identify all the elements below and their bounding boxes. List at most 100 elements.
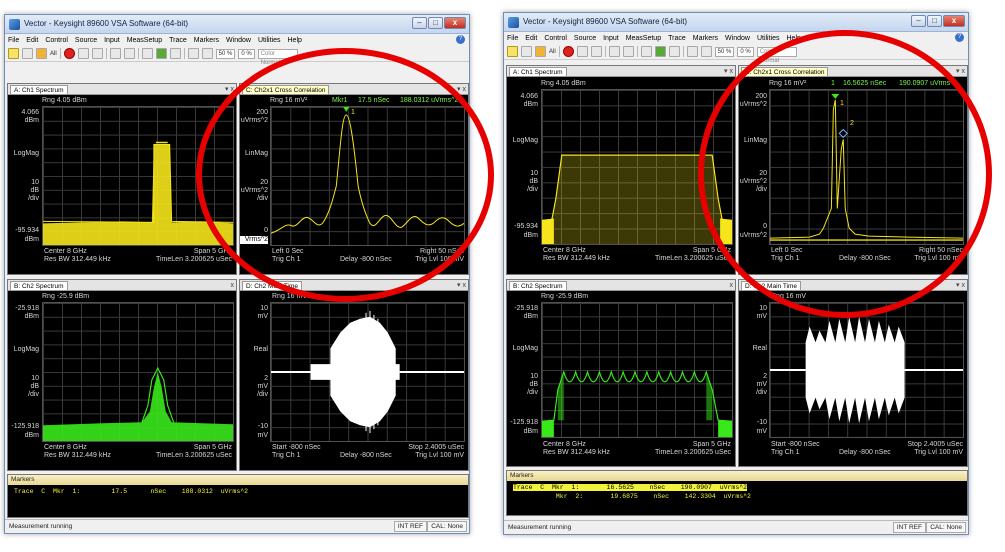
scale-type: LogMag bbox=[512, 137, 538, 144]
marker-peak-icon[interactable] bbox=[654, 46, 666, 57]
spectrum-grid[interactable] bbox=[42, 302, 234, 442]
menu-utilities[interactable]: Utilities bbox=[258, 37, 281, 44]
all-button[interactable]: All bbox=[549, 49, 556, 55]
menu-window[interactable]: Window bbox=[226, 37, 251, 44]
marker-row[interactable]: Mkr 2: 19.6875 nSec 142.3304 uVrms^2 bbox=[513, 493, 751, 500]
pointer-icon[interactable] bbox=[141, 48, 153, 59]
menu-window[interactable]: Window bbox=[725, 35, 750, 42]
time-grid[interactable] bbox=[270, 302, 465, 442]
marker-peak-icon[interactable] bbox=[155, 48, 167, 59]
panel-main-time[interactable]: D: Ch2 Main Time ▾ x Rng 16 mV 10 mV Real… bbox=[239, 279, 469, 471]
restart-icon[interactable] bbox=[36, 48, 47, 59]
play-icon[interactable] bbox=[8, 48, 19, 59]
zoom-icon[interactable] bbox=[187, 48, 199, 59]
close-icon[interactable]: ▾ x bbox=[956, 281, 965, 290]
record-icon[interactable] bbox=[63, 48, 75, 59]
ch2-spectrum-trace bbox=[43, 366, 233, 441]
range-label: Rng 4.05 dBm bbox=[541, 80, 586, 87]
menu-markers[interactable]: Markers bbox=[693, 35, 718, 42]
play-icon[interactable] bbox=[507, 46, 518, 57]
trace-icon[interactable] bbox=[576, 46, 588, 57]
zoom-percent-box[interactable]: 50 % bbox=[215, 48, 236, 59]
marker-row[interactable]: Trace C Mkr 1: 17.5 nSec 188.0312 uVrms^… bbox=[14, 488, 248, 495]
marker-row[interactable]: Trace C Mkr 1: 16.5625 nSec 190.0907 uVr… bbox=[513, 484, 748, 491]
grid-icon[interactable] bbox=[123, 48, 135, 59]
minimize-button[interactable]: – bbox=[911, 15, 926, 27]
offset-percent-box[interactable]: 0 % bbox=[737, 46, 754, 57]
ch2-spectrum-trace bbox=[542, 369, 732, 437]
menu-utilities[interactable]: Utilities bbox=[757, 35, 780, 42]
close-icon[interactable]: ▾ x bbox=[457, 281, 466, 290]
menu-input[interactable]: Input bbox=[603, 35, 619, 42]
marker-icon[interactable] bbox=[668, 46, 680, 57]
record-icon[interactable] bbox=[562, 46, 574, 57]
tab-ch2-spectrum[interactable]: B: Ch2 Spectrum bbox=[10, 281, 68, 290]
bars-icon[interactable] bbox=[590, 46, 602, 57]
menu-input[interactable]: Input bbox=[104, 37, 120, 44]
cal-indicator[interactable]: CAL: None bbox=[926, 522, 966, 533]
menu-file[interactable]: File bbox=[8, 37, 19, 44]
int-ref-indicator[interactable]: INT REF bbox=[892, 522, 926, 533]
pause-icon[interactable] bbox=[22, 48, 33, 59]
markers-tab[interactable]: Markers bbox=[8, 475, 468, 485]
close-icon[interactable]: ▾ x bbox=[724, 67, 733, 76]
cal-indicator[interactable]: CAL: None bbox=[427, 521, 467, 532]
zoom-icon[interactable] bbox=[686, 46, 698, 57]
grid-icon[interactable] bbox=[622, 46, 634, 57]
markers-tab[interactable]: Markers bbox=[507, 471, 967, 481]
tab-ch2-spectrum[interactable]: B: Ch2 Spectrum bbox=[509, 281, 567, 290]
pointer-icon[interactable] bbox=[640, 46, 652, 57]
zoom-percent-box[interactable]: 50 % bbox=[714, 46, 735, 57]
help-icon[interactable]: ? bbox=[955, 33, 964, 42]
time-grid[interactable] bbox=[769, 302, 964, 438]
menu-source[interactable]: Source bbox=[574, 35, 596, 42]
close-icon[interactable]: x bbox=[231, 281, 235, 290]
layout-icon[interactable] bbox=[608, 46, 620, 57]
pause-icon[interactable] bbox=[521, 46, 532, 57]
help-icon[interactable]: ? bbox=[456, 35, 465, 44]
menu-help[interactable]: Help bbox=[288, 37, 302, 44]
menu-edit[interactable]: Edit bbox=[26, 37, 38, 44]
panel-ch2-spectrum[interactable]: B: Ch2 Spectrum x Rng -25.9 dBm -25.918 d… bbox=[506, 279, 736, 467]
title-bar[interactable]: Vector - Keysight 89600 VSA Software (64… bbox=[5, 15, 469, 34]
menu-control[interactable]: Control bbox=[544, 35, 567, 42]
close-button[interactable]: x bbox=[943, 15, 965, 27]
menu-source[interactable]: Source bbox=[75, 37, 97, 44]
menu-meassetup[interactable]: MeasSetup bbox=[626, 35, 661, 42]
int-ref-indicator[interactable]: INT REF bbox=[393, 521, 427, 532]
maximize-button[interactable]: □ bbox=[428, 17, 443, 29]
bars-icon[interactable] bbox=[91, 48, 103, 59]
close-button[interactable]: x bbox=[444, 17, 466, 29]
all-button[interactable]: All bbox=[50, 51, 57, 57]
display-icon[interactable] bbox=[201, 48, 213, 59]
marker-icon[interactable] bbox=[169, 48, 181, 59]
div-value: 2 bbox=[264, 375, 268, 382]
offset-percent-box[interactable]: 0 % bbox=[238, 48, 255, 59]
menu-control[interactable]: Control bbox=[45, 37, 68, 44]
title-bar[interactable]: Vector - Keysight 89600 VSA Software (64… bbox=[504, 13, 968, 32]
menu-meassetup[interactable]: MeasSetup bbox=[127, 37, 162, 44]
panel-ch2-spectrum[interactable]: B: Ch2 Spectrum x Rng -25.9 dBm -25.918 d… bbox=[7, 279, 237, 471]
markers-panel[interactable]: Markers Trace C Mkr 1: 16.5625 nSec 190.… bbox=[506, 470, 968, 516]
restart-icon[interactable] bbox=[535, 46, 546, 57]
div-label: /div bbox=[756, 389, 767, 396]
spectrum-grid[interactable] bbox=[541, 302, 733, 438]
y-bottom-value: -10 bbox=[756, 419, 767, 426]
tab-ch1-spectrum[interactable]: A: Ch1 Spectrum bbox=[10, 85, 68, 94]
close-icon[interactable]: ▾ x bbox=[956, 67, 965, 76]
time-length: TimeLen 3.200625 uSec bbox=[654, 449, 731, 456]
markers-panel[interactable]: Markers Trace C Mkr 1: 17.5 nSec 188.031… bbox=[7, 474, 469, 518]
y-bottom-value: -125.918 bbox=[510, 419, 538, 426]
display-icon[interactable] bbox=[700, 46, 712, 57]
trace-icon[interactable] bbox=[77, 48, 89, 59]
minimize-button[interactable]: – bbox=[412, 17, 427, 29]
close-icon[interactable]: x bbox=[730, 281, 734, 290]
tab-ch1-spectrum[interactable]: A: Ch1 Spectrum bbox=[509, 67, 567, 76]
layout-icon[interactable] bbox=[109, 48, 121, 59]
menu-trace[interactable]: Trace bbox=[169, 37, 187, 44]
menu-trace[interactable]: Trace bbox=[668, 35, 686, 42]
maximize-button[interactable]: □ bbox=[927, 15, 942, 27]
menu-edit[interactable]: Edit bbox=[525, 35, 537, 42]
menu-markers[interactable]: Markers bbox=[194, 37, 219, 44]
menu-file[interactable]: File bbox=[507, 35, 518, 42]
